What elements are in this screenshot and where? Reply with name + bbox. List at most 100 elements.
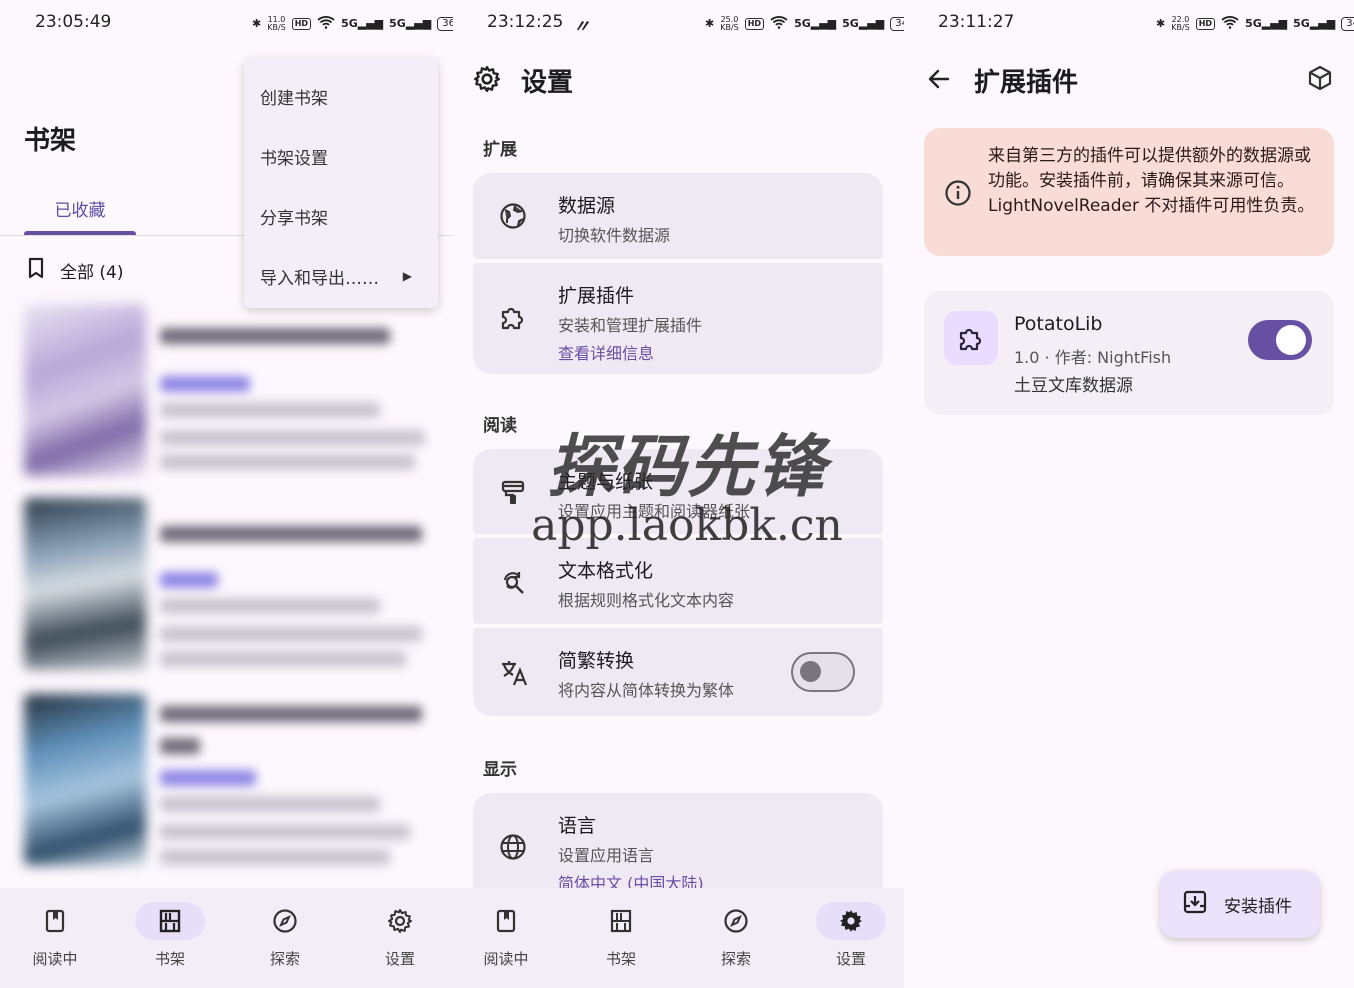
signal-icon: 5G▂▄▆ [1245, 17, 1288, 30]
wifi-icon [1221, 15, 1239, 32]
battery-icon: 34 [1341, 16, 1354, 31]
battery-icon: 34 [890, 16, 904, 31]
page-title: 扩展插件 [974, 68, 1079, 98]
bottom-nav: 阅读中 书架 探索 设置 [0, 888, 453, 988]
book-desc [160, 626, 422, 642]
find-replace-icon [499, 568, 527, 600]
nav-explore[interactable]: 探索 [691, 902, 781, 969]
setting-title: 简繁转换 [558, 650, 635, 672]
nav-settings[interactable]: 设置 [355, 902, 445, 969]
list-item[interactable] [24, 498, 434, 674]
paint-roller-icon [499, 479, 527, 511]
signal-icon: 5G▂▄▆ [341, 17, 384, 30]
status-time: 23:05:49 [35, 12, 112, 32]
signal-icon: 5G▂▄▆ [1293, 17, 1336, 30]
menu-share-shelf[interactable]: 分享书架 [244, 186, 438, 246]
plugin-description: 土豆文库数据源 [1014, 376, 1133, 396]
details-link[interactable]: 查看详细信息 [558, 340, 702, 364]
cube-icon[interactable] [1306, 64, 1334, 96]
book-title [160, 706, 422, 722]
filter-all[interactable]: 全部 (4) [26, 257, 123, 284]
puzzle-icon [499, 303, 527, 335]
status-icons: ✱ 25.0KB/S HD 5G▂▄▆ 5G▂▄▆ 34 [705, 15, 904, 32]
setting-subtitle: 切换软件数据源 [558, 226, 671, 245]
toggle-knob [800, 661, 821, 682]
setting-format[interactable]: 文本格式化 根据规则格式化文本内容 [473, 538, 883, 624]
submenu-arrow-icon: ▶ [402, 269, 412, 283]
hd-icon: HD [291, 17, 312, 30]
warning-text: 来自第三方的插件可以提供额外的数据源或功能。安装插件前，请确保其来源可信。Lig… [988, 146, 1315, 216]
status-time: 23:11:27 [938, 12, 1015, 32]
setting-language[interactable]: 语言 设置应用语言 简体中文 (中国大陆) [473, 793, 883, 903]
nav-explore[interactable]: 探索 [240, 902, 330, 969]
tab-favorites[interactable]: 已收藏 [24, 196, 136, 221]
book-desc [160, 849, 390, 865]
wifi-icon [770, 15, 788, 32]
battery-icon: 36 [437, 16, 453, 31]
setting-convert[interactable]: 简繁转换 将内容从简体转换为繁体 [473, 628, 883, 716]
setting-title: 文本格式化 [558, 560, 654, 582]
net-speed: 22.0 KB/S [1171, 14, 1190, 32]
menu-import-export[interactable]: 导入和导出…… ▶ [244, 246, 438, 306]
app-notification-icon: 〃 [573, 17, 590, 37]
book-cover [24, 304, 146, 476]
menu-create-shelf[interactable]: 创建书架 [244, 66, 438, 126]
status-bar: 23:05:49 ✱ 11.0 KB/S HD 5G▂▄▆ 5G▂▄▆ 36 [0, 12, 453, 36]
status-time: 23:12:25 [487, 12, 564, 32]
translate-icon [499, 658, 529, 692]
nav-reading[interactable]: 阅读中 [10, 902, 100, 969]
plugin-card[interactable]: PotatoLib 1.0 · 作者: NightFish 土豆文库数据源 [924, 291, 1334, 415]
book-cover [24, 694, 146, 866]
nav-reading[interactable]: 阅读中 [461, 902, 551, 969]
convert-toggle[interactable] [791, 652, 855, 692]
book-title [160, 738, 200, 754]
compass-icon [250, 902, 320, 940]
page-title: 设置 [521, 68, 574, 98]
shelf-icon [586, 902, 656, 940]
setting-subtitle: 设置应用主题和阅读器纸张 [558, 502, 751, 521]
setting-title: 扩展插件 [558, 285, 635, 307]
settings-screen: 23:12:25 〃 ✱ 25.0KB/S HD 5G▂▄▆ 5G▂▄▆ 34 … [453, 0, 904, 988]
net-speed: 11.0 KB/S [267, 14, 286, 32]
setting-datasource[interactable]: 数据源 切换软件数据源 [473, 173, 883, 259]
gear-icon [816, 902, 886, 940]
list-item[interactable] [24, 304, 434, 480]
setting-theme[interactable]: 主题与纸张 设置应用主题和阅读器纸张 [473, 449, 883, 534]
status-icons: ✱ 11.0 KB/S HD 5G▂▄▆ 5G▂▄▆ 36 [252, 15, 453, 32]
plugin-name: PotatoLib [1014, 313, 1103, 335]
book-title [160, 526, 422, 542]
page-title: 书架 [24, 126, 77, 156]
page-header: 设置 [473, 62, 573, 99]
overflow-menu: 创建书架 书架设置 分享书架 导入和导出…… ▶ [244, 58, 438, 308]
setting-title: 语言 [558, 815, 597, 837]
nav-shelf[interactable]: 书架 [576, 902, 666, 969]
signal-icon: 5G▂▄▆ [794, 17, 837, 30]
bluetooth-icon: ✱ [1156, 17, 1166, 30]
section-extend: 扩展 [483, 140, 517, 160]
hd-icon: HD [744, 17, 765, 30]
plugin-toggle[interactable] [1248, 320, 1312, 360]
install-plugin-button[interactable]: 安装插件 [1160, 870, 1320, 938]
puzzle-icon [944, 311, 998, 365]
nav-shelf[interactable]: 书架 [125, 902, 215, 969]
toggle-knob [1276, 325, 1306, 355]
menu-shelf-settings[interactable]: 书架设置 [244, 126, 438, 186]
status-bar: 23:12:25 〃 ✱ 25.0KB/S HD 5G▂▄▆ 5G▂▄▆ 34 [453, 12, 904, 37]
book-meta [160, 598, 380, 614]
info-icon [944, 179, 972, 211]
book-author [160, 376, 250, 392]
list-item[interactable] [24, 694, 434, 870]
section-display: 显示 [483, 760, 517, 780]
gear-icon [365, 902, 435, 940]
signal-icon: 5G▂▄▆ [842, 17, 885, 30]
nav-settings[interactable]: 设置 [806, 902, 896, 969]
warning-banner: 来自第三方的插件可以提供额外的数据源或功能。安装插件前，请确保其来源可信。Lig… [924, 128, 1334, 256]
book-title [160, 328, 390, 344]
setting-subtitle: 安装和管理扩展插件 [558, 316, 703, 335]
book-author [160, 770, 256, 786]
back-arrow-icon[interactable] [926, 66, 952, 96]
status-bar: 23:11:27 ✱ 22.0KB/S HD 5G▂▄▆ 5G▂▄▆ 34 [904, 12, 1354, 36]
setting-plugins[interactable]: 扩展插件 安装和管理扩展插件 查看详细信息 [473, 263, 883, 374]
net-speed: 25.0 KB/S [720, 14, 739, 32]
filter-label: 全部 (4) [60, 263, 124, 283]
